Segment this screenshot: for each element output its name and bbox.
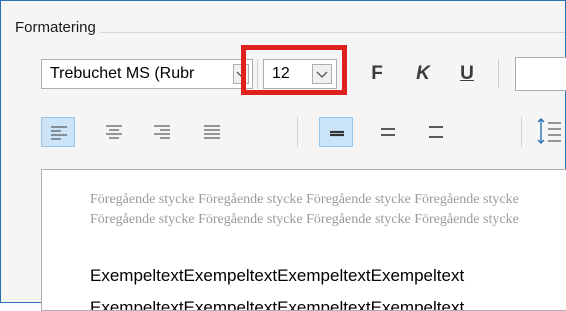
justify-icon (204, 125, 220, 139)
sample-text-line: ExempeltextExempeltextExempeltextExempel… (90, 298, 465, 311)
toolbar-separator (521, 117, 522, 147)
align-center-icon (106, 125, 122, 139)
one-and-half-spacing-button[interactable] (371, 117, 405, 147)
formatting-panel: Formatering Trebuchet MS (Rubr 12 F K U (0, 0, 566, 311)
paragraph-spacing-icon[interactable] (537, 115, 561, 147)
align-center-button[interactable] (97, 117, 131, 147)
align-right-icon (154, 125, 170, 139)
one-and-half-spacing-icon (381, 128, 395, 136)
single-line-spacing-icon (330, 130, 344, 137)
group-title: Formatering (11, 19, 100, 36)
toolbar-separator (498, 59, 499, 89)
underline-button[interactable]: U (453, 59, 481, 89)
font-color-combobox[interactable] (515, 57, 566, 91)
preview-pane: Föregående stycke Föregående stycke Före… (41, 169, 566, 311)
previous-paragraph-line: Föregående stycke Föregående stycke Före… (90, 212, 519, 227)
italic-button[interactable]: K (409, 59, 437, 89)
double-spacing-icon (429, 126, 443, 138)
previous-paragraph-line: Föregående stycke Föregående stycke Före… (90, 192, 519, 207)
font-name-combobox[interactable]: Trebuchet MS (Rubr (41, 59, 253, 89)
double-spacing-button[interactable] (419, 117, 453, 147)
align-left-button[interactable] (41, 117, 75, 147)
font-name-value: Trebuchet MS (Rubr (50, 65, 195, 82)
sample-text-line: ExempeltextExempeltextExempeltextExempel… (90, 266, 465, 285)
toolbar-separator (297, 117, 298, 147)
bold-button[interactable]: F (363, 59, 391, 89)
align-right-button[interactable] (145, 117, 179, 147)
align-left-icon (51, 126, 67, 140)
toolbar-separator (257, 59, 258, 89)
justify-button[interactable] (195, 117, 229, 147)
single-spacing-button[interactable] (319, 117, 353, 147)
